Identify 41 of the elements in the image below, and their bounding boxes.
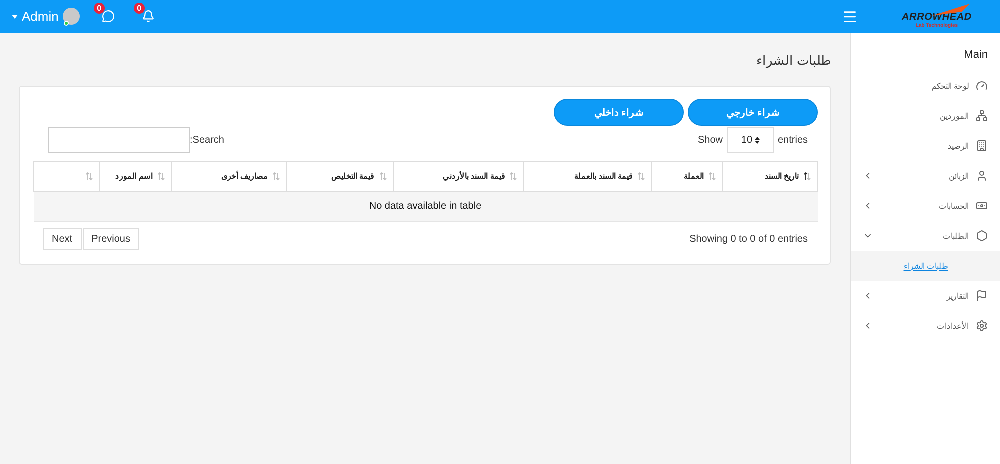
sidebar-item[interactable]: لوحة التحكم: [851, 71, 1000, 101]
column-header[interactable]: قيمة التخليص: [286, 162, 394, 192]
sidebar-item[interactable]: التقارير: [851, 281, 1000, 311]
message-count-badge: 0: [94, 2, 105, 14]
notification-count-badge: 0: [134, 2, 145, 14]
sidebar-item[interactable]: الزبائن: [851, 161, 1000, 191]
page-title: طلبات الشراء: [755, 53, 831, 68]
flag-icon: [976, 290, 988, 302]
network-icon: [976, 110, 988, 122]
empty-table-message: No data available in table: [34, 192, 818, 222]
search-field[interactable]: [48, 127, 190, 153]
search-label: :Search: [190, 134, 224, 146]
sidebar-heading: Main: [963, 48, 989, 63]
sidebar-item[interactable]: الموردين: [851, 101, 1000, 131]
logo-name: ARROWHEAD: [902, 12, 972, 23]
gauge-icon: [976, 80, 988, 92]
page-length-select[interactable]: 10: [726, 127, 774, 153]
user-icon: [976, 170, 988, 182]
settings-icon: [976, 320, 988, 332]
sidebar-item[interactable]: الطلبات: [851, 221, 1000, 251]
building-icon: [976, 140, 988, 152]
sidebar-item[interactable]: الحسابات: [851, 191, 1000, 221]
sort-icon[interactable]: [804, 172, 811, 181]
spinner-icon: [754, 136, 760, 144]
pagination-button[interactable]: Next: [43, 228, 82, 250]
table-info: Showing 0 to 0 of 0 entries: [690, 234, 808, 244]
column-header[interactable]: مصاريف أخرى: [171, 162, 286, 192]
column-header[interactable]: قيمة السند بالأردني: [393, 162, 524, 192]
column-header[interactable]: تاريخ السند: [722, 162, 818, 192]
entries-label: entries: [778, 134, 808, 146]
column-header[interactable]: قيمة السند بالعملة: [524, 162, 652, 192]
show-label: Show: [698, 134, 723, 146]
bell-icon: [142, 10, 156, 23]
sidebar-item[interactable]: الأعدادات: [851, 311, 1000, 341]
banknote-icon: [976, 200, 988, 212]
pagination-button[interactable]: Previous: [82, 228, 140, 250]
chat-icon: [102, 10, 116, 23]
sidebar-item[interactable]: الرصيد: [851, 131, 1000, 161]
hexagon-icon: [976, 230, 988, 242]
sidebar-subitem-link[interactable]: طلبات الشراء: [904, 262, 948, 270]
menu-icon[interactable]: [842, 8, 858, 24]
